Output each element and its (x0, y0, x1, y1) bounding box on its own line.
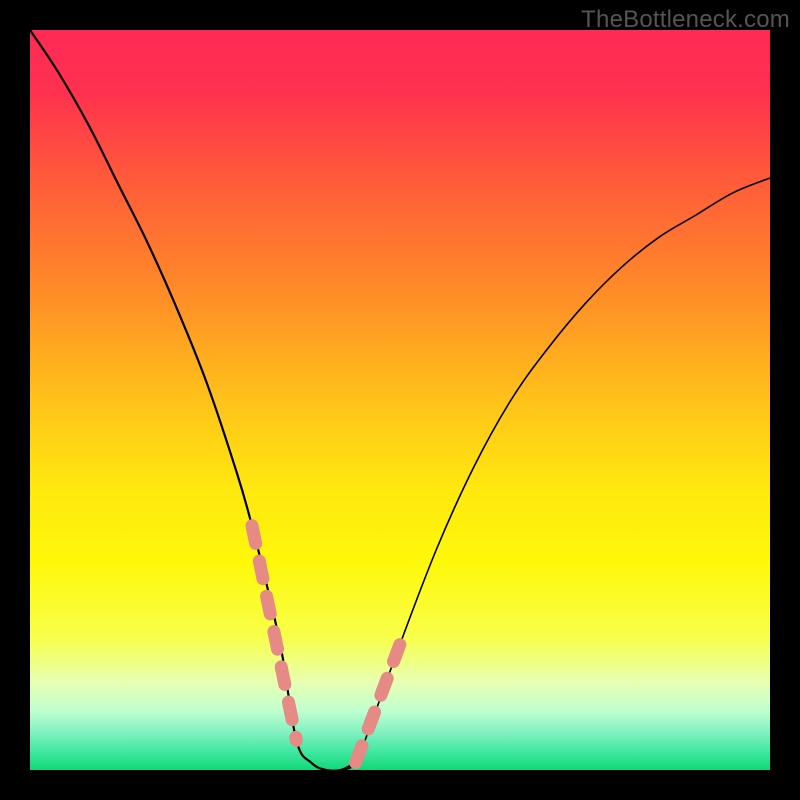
plot-area (30, 30, 770, 770)
bottleneck-curve-left (30, 30, 356, 770)
highlight-dash-left (252, 526, 296, 741)
chart-outer-frame: TheBottleneck.com (0, 0, 800, 800)
watermark-text: TheBottleneck.com (581, 6, 790, 34)
curve-layer (30, 30, 770, 770)
